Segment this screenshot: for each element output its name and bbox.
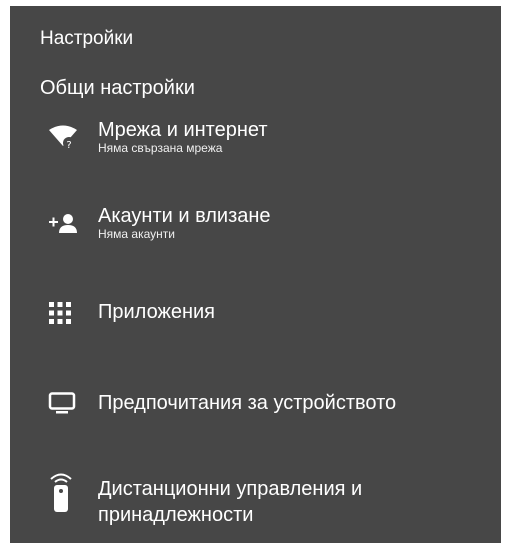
settings-panel: Настройки Общи настройки ? Мрежа и интер…	[10, 6, 501, 543]
menu-item-sublabel: Няма акаунти	[98, 227, 175, 241]
svg-text:?: ?	[66, 140, 71, 150]
wifi-question-icon: ?	[48, 122, 84, 152]
page-title: Настройки	[40, 28, 134, 49]
menu-item-remotes-accessories[interactable]: Дистанционни управления и принадлежности	[48, 473, 488, 528]
remote-control-icon	[48, 470, 84, 514]
menu-item-label: Приложения	[98, 301, 216, 323]
menu-item-apps[interactable]: Приложения	[48, 300, 488, 328]
apps-grid-icon	[48, 298, 84, 328]
menu-item-accounts[interactable]: Акаунти и влизане Няма акаунти	[48, 204, 488, 241]
menu-item-label: Мрежа и интернет	[98, 119, 268, 141]
section-title-general-settings: Общи настройки	[40, 77, 195, 99]
menu-item-label: Дистанционни управления и принадлежности	[98, 478, 363, 526]
menu-item-sublabel: Няма свързана мрежа	[98, 141, 223, 155]
menu-item-network[interactable]: ? Мрежа и интернет Няма свързана мрежа	[48, 118, 488, 155]
menu-item-device-preferences[interactable]: Предпочитания за устройството	[48, 391, 488, 418]
tv-icon	[48, 388, 84, 418]
add-account-icon	[48, 208, 84, 238]
menu-item-label: Предпочитания за устройството	[98, 392, 397, 414]
menu-item-label: Акаунти и влизане	[98, 205, 271, 227]
